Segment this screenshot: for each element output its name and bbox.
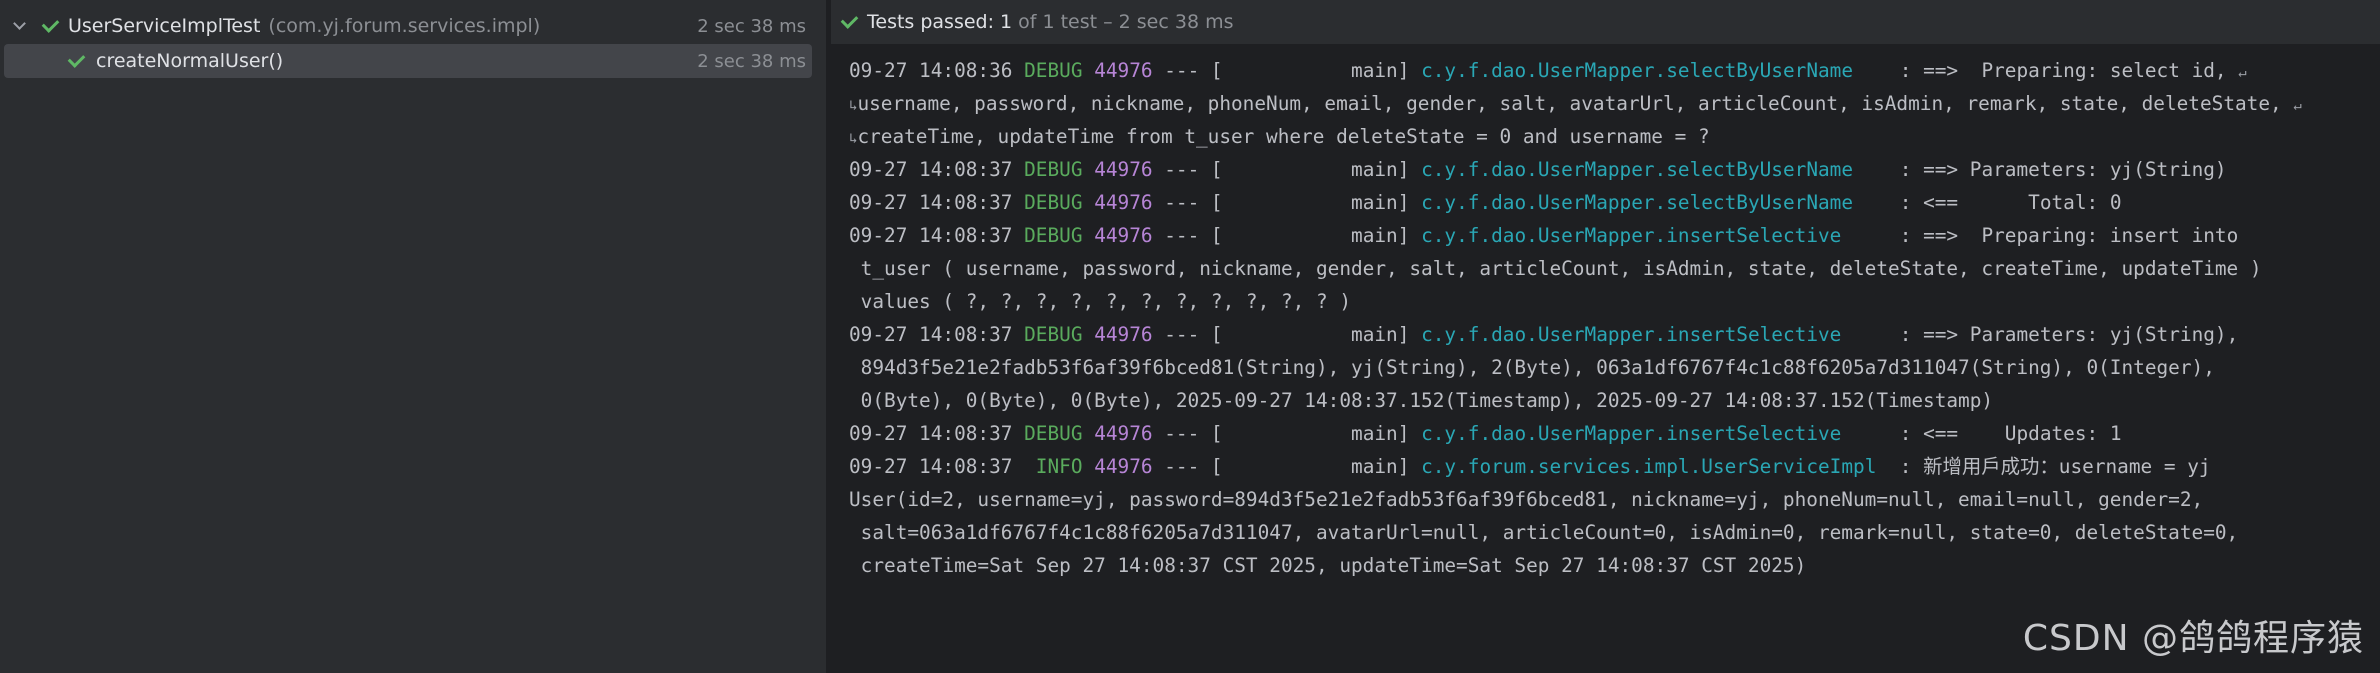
log-logger[interactable]: c.y.f.dao.UserMapper.insertSelective [1421, 422, 1841, 445]
log-logger[interactable]: c.y.f.dao.UserMapper.selectByUserName [1421, 191, 1853, 214]
log-text: : ==> Preparing: insert into [1841, 224, 2239, 247]
test-status-bar: Tests passed: 1 of 1 test – 2 sec 38 ms [831, 0, 2380, 45]
log-debug: DEBUG [1024, 158, 1083, 181]
soft-wrap-icon: ↵ [2238, 65, 2247, 81]
log-info: INFO [1035, 455, 1083, 478]
console-line: ↳username, password, nickname, phoneNum,… [849, 87, 2369, 120]
log-text: : <== Total: 0 [1853, 191, 2122, 214]
log-text: username, password, nickname, phoneNum, … [857, 92, 2294, 115]
test-case-row[interactable]: createNormalUser() 2 sec 38 ms [4, 44, 812, 78]
log-logger[interactable]: c.y.f.dao.UserMapper.insertSelective [1421, 224, 1841, 247]
log-text: : ==> Parameters: yj(String) [1853, 158, 2227, 181]
console-line: 09-27 14:08:37 INFO 44976 --- [ main] c.… [849, 450, 2369, 483]
check-icon [62, 50, 90, 68]
log-logger[interactable]: c.y.f.dao.UserMapper.selectByUserName [1421, 158, 1853, 181]
log-debug: DEBUG [1024, 224, 1083, 247]
chevron-down-icon[interactable] [6, 17, 32, 30]
log-pid: 44976 [1094, 191, 1153, 214]
test-tree-panel: UserServiceImplTest (com.yj.forum.servic… [0, 0, 826, 673]
log-pid: 44976 [1094, 323, 1153, 346]
log-text: --- [ main] [1152, 323, 1422, 346]
log-text: 09-27 14:08:37 [849, 191, 1025, 214]
log-text: User(id=2, username=yj, password=894d3f5… [849, 488, 2204, 511]
log-text: 09-27 14:08:37 [849, 455, 1036, 478]
console-line: 09-27 14:08:37 DEBUG 44976 --- [ main] c… [849, 417, 2369, 450]
log-text: : 新增用戶成功：username = yj [1876, 455, 2211, 478]
test-suite-row[interactable]: UserServiceImplTest (com.yj.forum.servic… [0, 9, 816, 43]
log-text: 0(Byte), 0(Byte), 0(Byte), 2025-09-27 14… [849, 389, 1994, 412]
console-line: User(id=2, username=yj, password=894d3f5… [849, 483, 2369, 516]
suite-name: UserServiceImplTest [68, 15, 261, 37]
log-debug: DEBUG [1024, 191, 1083, 214]
log-logger[interactable]: c.y.forum.services.impl.UserServiceImpl [1421, 455, 1876, 478]
log-text: --- [ main] [1152, 158, 1422, 181]
console-panel: Tests passed: 1 of 1 test – 2 sec 38 ms … [831, 0, 2380, 673]
console-line: ↳createTime, updateTime from t_user wher… [849, 120, 2369, 153]
log-logger[interactable]: c.y.f.dao.UserMapper.selectByUserName [1421, 59, 1853, 82]
passed-count: 1 [1000, 11, 1013, 33]
log-pid: 44976 [1094, 59, 1153, 82]
log-text: t_user ( username, password, nickname, g… [849, 257, 2262, 280]
log-pid: 44976 [1094, 455, 1153, 478]
log-text: 09-27 14:08:37 [849, 224, 1025, 247]
status-label: Tests passed: [867, 11, 995, 33]
console-line: t_user ( username, password, nickname, g… [849, 252, 2369, 285]
log-text: values ( ?, ?, ?, ?, ?, ?, ?, ?, ?, ?, ?… [849, 290, 1351, 313]
log-text: : ==> Parameters: yj(String), [1841, 323, 2239, 346]
console-line: createTime=Sat Sep 27 14:08:37 CST 2025,… [849, 549, 2369, 582]
console-line: 09-27 14:08:37 DEBUG 44976 --- [ main] c… [849, 153, 2369, 186]
console-line: salt=063a1df6767f4c1c88f6205a7d311047, a… [849, 516, 2369, 549]
log-debug: DEBUG [1024, 422, 1083, 445]
log-text: 894d3f5e21e2fadb53f6af39f6bced81(String)… [849, 356, 2215, 379]
log-text: --- [ main] [1152, 59, 1422, 82]
log-pid: 44976 [1094, 224, 1153, 247]
check-icon [837, 11, 861, 29]
console-line: 0(Byte), 0(Byte), 0(Byte), 2025-09-27 14… [849, 384, 2369, 417]
log-text: --- [ main] [1152, 224, 1422, 247]
log-text: --- [ main] [1152, 422, 1422, 445]
log-pid: 44976 [1094, 422, 1153, 445]
console-line: 09-27 14:08:37 DEBUG 44976 --- [ main] c… [849, 219, 2369, 252]
watermark: CSDN @鸽鸽程序猿 [2022, 618, 2364, 659]
log-text: salt=063a1df6767f4c1c88f6205a7d311047, a… [849, 521, 2239, 544]
log-text: : ==> Preparing: select id, [1853, 59, 2239, 82]
log-text: --- [ main] [1152, 191, 1422, 214]
console-line: 09-27 14:08:37 DEBUG 44976 --- [ main] c… [849, 186, 2369, 219]
check-icon [36, 15, 64, 33]
log-logger[interactable]: c.y.f.dao.UserMapper.insertSelective [1421, 323, 1841, 346]
log-debug: DEBUG [1024, 323, 1083, 346]
log-text: 09-27 14:08:36 [849, 59, 1025, 82]
console-line: 09-27 14:08:37 DEBUG 44976 --- [ main] c… [849, 318, 2369, 351]
console-line: values ( ?, ?, ?, ?, ?, ?, ?, ?, ?, ?, ?… [849, 285, 2369, 318]
console-line: 894d3f5e21e2fadb53f6af39f6bced81(String)… [849, 351, 2369, 384]
console-line: 09-27 14:08:36 DEBUG 44976 --- [ main] c… [849, 54, 2369, 87]
suite-package: (com.yj.forum.services.impl) [268, 15, 541, 37]
log-text: 09-27 14:08:37 [849, 422, 1025, 445]
log-debug: DEBUG [1024, 59, 1083, 82]
log-text: 09-27 14:08:37 [849, 323, 1025, 346]
test-name: createNormalUser() [96, 50, 284, 72]
log-pid: 44976 [1094, 158, 1153, 181]
soft-wrap-icon: ↵ [2293, 98, 2302, 114]
status-detail: of 1 test – 2 sec 38 ms [1018, 11, 1234, 33]
test-time: 2 sec 38 ms [697, 50, 806, 72]
suite-time: 2 sec 38 ms [697, 15, 806, 37]
console-output[interactable]: 09-27 14:08:36 DEBUG 44976 --- [ main] c… [849, 54, 2369, 582]
log-text: createTime, updateTime from t_user where… [857, 125, 1710, 148]
log-text: createTime=Sat Sep 27 14:08:37 CST 2025,… [849, 554, 1807, 577]
log-text: --- [ main] [1152, 455, 1422, 478]
log-text: 09-27 14:08:37 [849, 158, 1025, 181]
log-text: : <== Updates: 1 [1841, 422, 2122, 445]
